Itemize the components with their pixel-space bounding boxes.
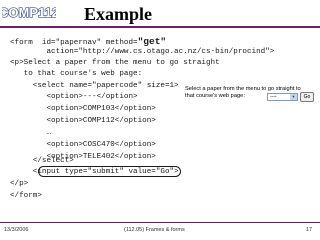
code-line-paragraph-cont: to that course's web page:	[10, 70, 143, 78]
go-button[interactable]: Go	[300, 92, 314, 102]
code-line-action: action="http://www.cs.otago.ac.nz/cs-bin…	[10, 48, 275, 56]
footer-date: 13/3/2006	[4, 227, 29, 233]
title-divider	[0, 26, 320, 28]
code-line-option: <option>COMP112</option>	[10, 117, 156, 125]
code-method-value: "get"	[137, 36, 167, 47]
code-line-option: <option>COMP103</option>	[10, 105, 156, 113]
code-line-option: <option>---</option>	[10, 93, 138, 101]
comp112-logo: COMP112	[2, 2, 56, 22]
code-line-submit: <input type="submit" value="Go">	[10, 168, 179, 176]
footer-divider	[0, 222, 320, 223]
code-line-paragraph: <p>Select a paper from the menu to go st…	[10, 59, 220, 67]
code-line-option: <option>COSC470</option>	[10, 141, 156, 149]
rendered-prompt-line1: Select a paper from the menu to go strai…	[185, 86, 301, 92]
logo-text: COMP112	[2, 5, 56, 20]
footer-course: (112.05) Frames & forms	[124, 227, 185, 233]
rendered-form-screenshot: Select a paper from the menu to go strai…	[185, 86, 316, 112]
slide-title: Example	[84, 4, 153, 24]
paper-select[interactable]: ---- ▼	[267, 93, 298, 101]
code-line-paragraph-close: </p>	[10, 180, 29, 188]
code-line-select-open: <select name="papercode" size=1>	[10, 82, 179, 90]
chevron-down-icon[interactable]: ▼	[290, 94, 297, 100]
code-line-form-open: <form id="papernav" method="get"	[10, 37, 166, 48]
code-line-ellipsis: …	[10, 129, 52, 137]
footer-page-number: 17	[306, 227, 313, 233]
code-text: <form id="papernav" method=	[10, 39, 138, 47]
code-line-select-close: </select>	[10, 157, 74, 165]
paper-select-value: ----	[270, 94, 277, 100]
code-line-form-close: </form>	[10, 192, 42, 200]
